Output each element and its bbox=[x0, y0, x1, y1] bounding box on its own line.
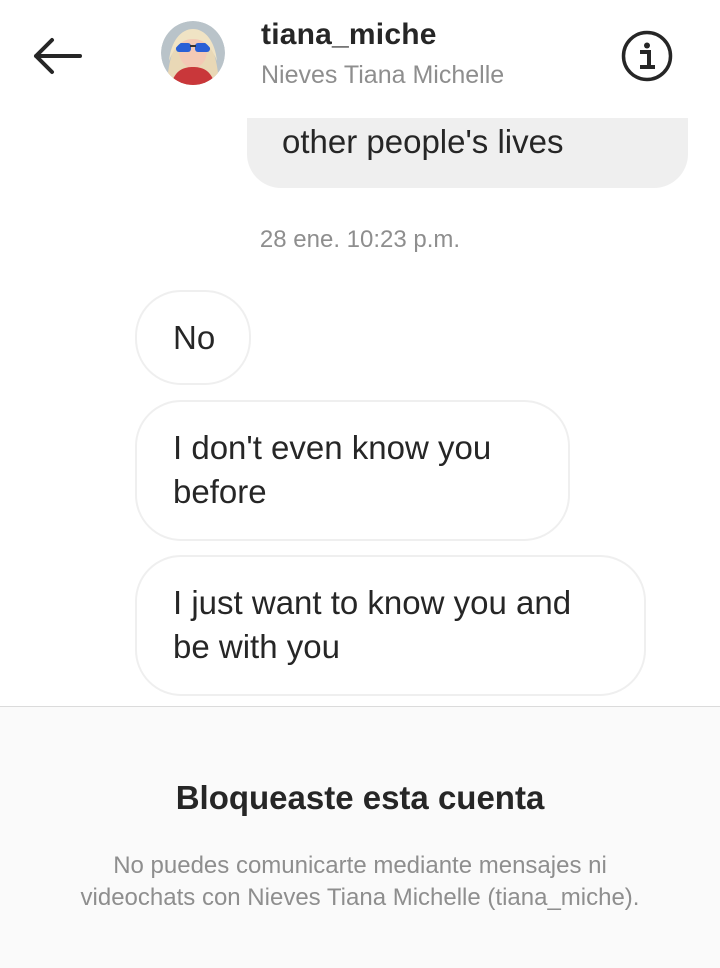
header-full-name: Nieves Tiana Michelle bbox=[261, 61, 505, 89]
blocked-description: No puedes comunicarte mediante mensajes … bbox=[80, 852, 640, 911]
blocked-title: Bloqueaste esta cuenta bbox=[175, 779, 545, 816]
avatar[interactable] bbox=[161, 21, 225, 85]
info-button[interactable] bbox=[620, 29, 674, 83]
message-thread[interactable]: other people's lives 28 ene. 10:23 p.m. … bbox=[0, 112, 720, 706]
message-timestamp: 28 ene. 10:23 p.m. bbox=[259, 226, 461, 253]
incoming-message[interactable]: I just want to know you and be with you bbox=[135, 555, 646, 696]
incoming-message[interactable]: I don't even know you before bbox=[135, 400, 570, 541]
blocked-account-notice: Bloqueaste esta cuenta No puedes comunic… bbox=[0, 707, 720, 968]
arrow-left-icon bbox=[34, 38, 82, 74]
header-username[interactable]: tiana_miche bbox=[261, 18, 437, 52]
info-circle-icon bbox=[621, 30, 673, 82]
back-button[interactable] bbox=[30, 30, 94, 82]
outgoing-message[interactable]: other people's lives bbox=[247, 118, 688, 188]
incoming-message[interactable]: No bbox=[135, 290, 251, 385]
conversation-header: tiana_miche Nieves Tiana Michelle bbox=[0, 0, 720, 112]
